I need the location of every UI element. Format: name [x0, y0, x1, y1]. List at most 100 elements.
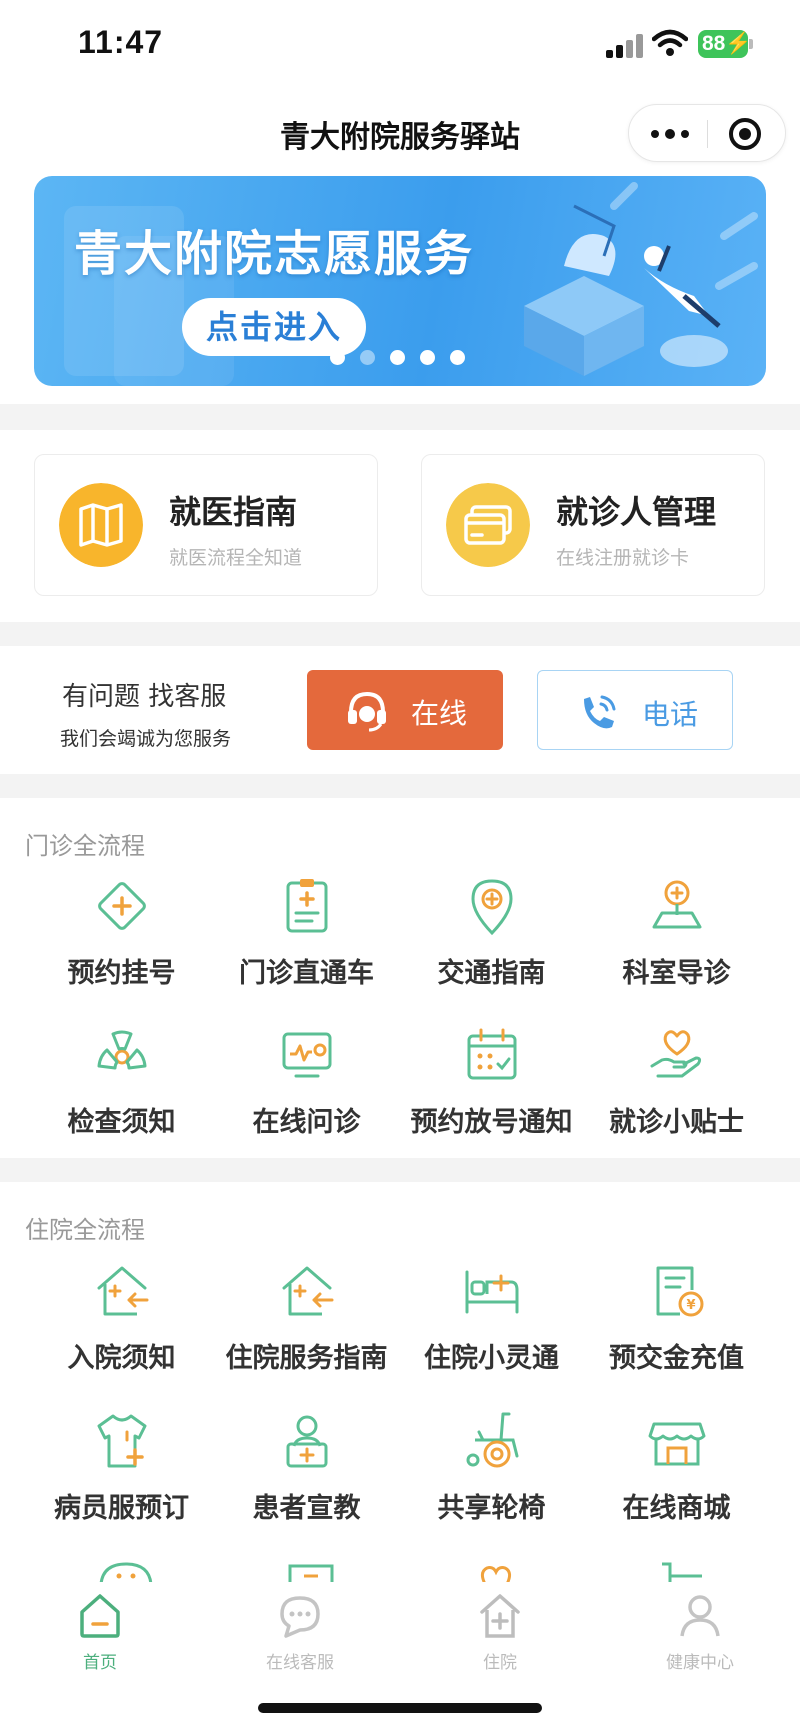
- section-divider: [0, 1158, 800, 1182]
- partial-row-icon: [99, 1562, 153, 1584]
- grid-item-label: 预约挂号: [67, 958, 176, 989]
- chat-icon: [280, 1596, 320, 1638]
- calendar-icon: [467, 1028, 517, 1080]
- inpatient-section-title: 住院全流程: [25, 1216, 145, 1244]
- bill-icon: ¥: [656, 1266, 704, 1317]
- grid-item-online-consult[interactable]: 在线问诊: [214, 1024, 399, 1154]
- tab-home[interactable]: 首页: [0, 1592, 200, 1682]
- tab-label: 健康中心: [666, 1653, 734, 1673]
- banner-enter-button[interactable]: 点击进入: [182, 298, 366, 356]
- tab-inpatient[interactable]: 住院: [400, 1592, 600, 1682]
- wifi-icon: [652, 29, 688, 56]
- grid-item-inpatient-guide[interactable]: 住院服务指南: [214, 1260, 399, 1390]
- card-title: 就医指南: [169, 493, 298, 531]
- section-divider: [0, 774, 800, 798]
- grid-item-inpatient-helper[interactable]: 住院小灵通: [399, 1260, 584, 1390]
- section-divider: [0, 622, 800, 646]
- grid-item-patient-education[interactable]: 患者宣教: [214, 1410, 399, 1540]
- location-pin-icon: [471, 879, 513, 936]
- tab-online-service[interactable]: 在线客服: [200, 1592, 400, 1682]
- partial-row-icon: [662, 1562, 702, 1584]
- grid-item-appointment[interactable]: 预约挂号: [29, 875, 214, 1005]
- service-title: 有问题 找客服: [62, 682, 227, 712]
- uniform-icon: [97, 1414, 147, 1468]
- status-bar: 11:47 88⚡: [0, 0, 800, 90]
- grid-item-label: 患者宣教: [252, 1493, 361, 1524]
- medical-guide-card[interactable]: 就医指南 就医流程全知道: [34, 454, 378, 596]
- online-consult-icon: [282, 1032, 332, 1078]
- wheelchair-icon: [466, 1412, 519, 1468]
- patient-management-card[interactable]: 就诊人管理 在线注册就诊卡: [421, 454, 765, 596]
- phone-icon: [584, 695, 616, 729]
- nav-bar: 青大附院服务驿站: [0, 90, 800, 170]
- appointment-icon: [98, 882, 146, 930]
- grid-item-label: 预约放号通知: [410, 1107, 573, 1138]
- home-indicator[interactable]: [258, 1703, 542, 1713]
- map-icon: [59, 483, 143, 567]
- tab-label: 首页: [83, 1653, 117, 1673]
- headset-icon: [348, 691, 386, 732]
- card-subtitle: 就医流程全知道: [169, 547, 303, 569]
- volunteer-illustration-icon: [524, 182, 758, 376]
- grid-item-release-notice[interactable]: 预约放号通知: [399, 1024, 584, 1154]
- grid-item-label: 检查须知: [67, 1107, 176, 1138]
- grid-item-label: 门诊直通车: [239, 958, 374, 989]
- phone-service-button[interactable]: 电话: [537, 670, 733, 750]
- department-map-icon: [652, 880, 702, 929]
- grid-item-label: 病员服预订: [54, 1493, 189, 1524]
- capsule-divider: [707, 120, 708, 148]
- radiation-icon: [97, 1030, 147, 1070]
- partial-row-icon: [480, 1566, 512, 1584]
- grid-item-label: 住院小灵通: [424, 1343, 559, 1374]
- shop-icon: [648, 1422, 706, 1466]
- section-divider: [0, 404, 800, 430]
- grid-item-label: 在线商城: [622, 1493, 731, 1524]
- grid-item-outpatient-express[interactable]: 门诊直通车: [214, 875, 399, 1005]
- grid-item-label: 就诊小贴士: [609, 1107, 744, 1138]
- card-title: 就诊人管理: [556, 493, 717, 531]
- grid-item-uniform-order[interactable]: 病员服预订: [29, 1410, 214, 1540]
- grid-item-online-mall[interactable]: 在线商城: [584, 1410, 769, 1540]
- grid-item-label: 预交金充值: [609, 1343, 744, 1374]
- card-icon: [446, 483, 530, 567]
- grid-item-label: 入院须知: [67, 1343, 176, 1374]
- home-enter-icon: [97, 1266, 149, 1316]
- volunteer-banner[interactable]: 青大附院志愿服务 点击进入: [34, 176, 766, 386]
- grid-item-label: 在线问诊: [252, 1107, 361, 1138]
- online-service-button[interactable]: 在线: [307, 670, 503, 750]
- patient-icon: [286, 1415, 328, 1468]
- grid-item-exam-notice[interactable]: 检查须知: [29, 1024, 214, 1154]
- grid-item-deposit-recharge[interactable]: ¥ 预交金充值: [584, 1260, 769, 1390]
- grid-item-admission-notice[interactable]: 入院须知: [29, 1260, 214, 1390]
- grid-item-label: 共享轮椅: [437, 1493, 546, 1524]
- user-icon: [680, 1595, 720, 1637]
- online-label: 在线: [411, 697, 468, 730]
- battery-indicator: 88⚡: [698, 30, 752, 58]
- more-icon[interactable]: [651, 127, 691, 141]
- banner-title: 青大附院志愿服务: [74, 226, 475, 282]
- home-guide-icon: [282, 1266, 334, 1316]
- mini-program-capsule: [628, 104, 786, 162]
- tab-label: 住院: [483, 1653, 517, 1673]
- svg-text:¥: ¥: [686, 1298, 695, 1313]
- clipboard-icon: [286, 879, 328, 933]
- outpatient-section-title: 门诊全流程: [25, 832, 145, 860]
- grid-item-department-guide[interactable]: 科室导诊: [584, 875, 769, 1005]
- hospital-bed-icon: [465, 1270, 519, 1314]
- signal-icon: [606, 34, 644, 58]
- battery-tip: [749, 39, 753, 49]
- grid-item-shared-wheelchair[interactable]: 共享轮椅: [399, 1410, 584, 1540]
- home-icon: [80, 1594, 120, 1638]
- phone-label: 电话: [642, 698, 699, 731]
- partial-row-icon: [288, 1564, 334, 1584]
- grid-item-visit-tips[interactable]: 就诊小贴士: [584, 1024, 769, 1154]
- hospital-icon: [480, 1594, 520, 1638]
- grid-item-label: 科室导诊: [622, 958, 731, 989]
- target-icon[interactable]: [729, 118, 761, 150]
- tab-health-center[interactable]: 健康中心: [600, 1592, 800, 1682]
- grid-item-label: 交通指南: [437, 958, 546, 989]
- grid-item-transport[interactable]: 交通指南: [399, 875, 584, 1005]
- tab-label: 在线客服: [266, 1653, 334, 1673]
- status-time: 11:47: [78, 24, 164, 60]
- heart-hand-icon: [650, 1030, 702, 1078]
